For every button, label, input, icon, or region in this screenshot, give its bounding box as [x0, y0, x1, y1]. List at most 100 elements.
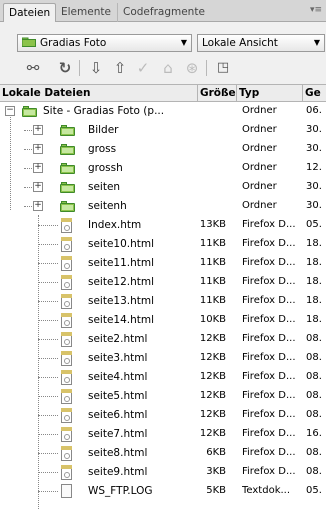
row-date: 18. — [306, 276, 322, 287]
row-size: 11KB — [199, 257, 226, 268]
row-date: 06. — [306, 105, 322, 116]
tree-row-root[interactable]: − Site - Gradias Foto (p... Ordner 06. — [0, 102, 326, 121]
row-name: seite13.html — [88, 295, 155, 307]
row-date: 08. — [306, 333, 322, 344]
tree-row-file[interactable]: seite4.html 12KB Firefox D... 08. — [0, 368, 326, 387]
refresh-icon[interactable]: ↻ — [55, 58, 75, 78]
row-name: Index.htm — [88, 219, 142, 231]
tree-line — [38, 339, 58, 340]
panel-options-icon[interactable]: ▾≡ — [310, 5, 322, 15]
tree-row-file[interactable]: seite11.html 11KB Firefox D... 18. — [0, 254, 326, 273]
tree-row-folder[interactable]: + seiten Ordner 30. — [0, 178, 326, 197]
expand-plus-icon[interactable]: + — [33, 125, 43, 135]
row-size: 11KB — [199, 238, 226, 249]
column-type[interactable]: Typ — [237, 85, 303, 101]
expand-plus-icon[interactable]: + — [33, 144, 43, 154]
tree-line — [38, 396, 58, 397]
row-name: seite11.html — [88, 257, 155, 269]
tree-row-file[interactable]: seite7.html 12KB Firefox D... 16. — [0, 425, 326, 444]
row-type: Firefox D... — [242, 257, 296, 268]
column-header: Lokale Dateien Größe Typ Ge — [0, 84, 326, 102]
row-name: Bilder — [88, 124, 119, 136]
tree-row-file[interactable]: seite5.html 12KB Firefox D... 08. — [0, 387, 326, 406]
tree-row-file[interactable]: seite12.html 11KB Firefox D... 18. — [0, 273, 326, 292]
collapse-icon[interactable]: − — [5, 106, 15, 116]
chevron-down-icon: ▼ — [313, 38, 320, 47]
site-folder-icon — [21, 36, 36, 47]
tree-row-file[interactable]: seite8.html 6KB Firefox D... 08. — [0, 444, 326, 463]
column-size[interactable]: Größe — [198, 85, 237, 101]
folder-icon — [60, 182, 75, 193]
row-date: 08. — [306, 352, 322, 363]
tree-row-file[interactable]: seite3.html 12KB Firefox D... 08. — [0, 349, 326, 368]
check-in-icon[interactable]: ⌂ — [158, 58, 178, 78]
tree-row-file[interactable]: seite6.html 12KB Firefox D... 08. — [0, 406, 326, 425]
row-name: seite4.html — [88, 371, 148, 383]
column-date[interactable]: Ge — [303, 85, 326, 101]
expand-plus-icon[interactable]: + — [33, 201, 43, 211]
tree-line — [38, 415, 58, 416]
tab-codefragmente[interactable]: Codefragmente — [117, 3, 210, 22]
row-type: Firefox D... — [242, 314, 296, 325]
row-date: 30. — [306, 124, 322, 135]
row-type: Firefox D... — [242, 352, 296, 363]
row-name: seite2.html — [88, 333, 148, 345]
row-type: Firefox D... — [242, 295, 296, 306]
row-date: 05. — [306, 485, 322, 496]
get-files-icon[interactable]: ⇩ — [86, 58, 106, 78]
expand-plus-icon[interactable]: + — [33, 163, 43, 173]
row-date: 08. — [306, 466, 322, 477]
row-size: 12KB — [199, 371, 226, 382]
column-name[interactable]: Lokale Dateien — [0, 85, 198, 101]
site-select-value: Gradias Foto — [40, 37, 107, 49]
synchronize-icon[interactable]: ⊛ — [182, 58, 202, 78]
connect-icon[interactable]: ⚯ — [23, 58, 43, 78]
row-name: seite6.html — [88, 409, 148, 421]
tree-row-folder[interactable]: + grossh Ordner 12. — [0, 159, 326, 178]
tree-line — [38, 358, 58, 359]
file-tree[interactable]: − Site - Gradias Foto (p... Ordner 06. +… — [0, 102, 326, 521]
html-file-icon — [60, 389, 72, 404]
tree-row-file[interactable]: seite10.html 11KB Firefox D... 18. — [0, 235, 326, 254]
site-select[interactable]: Gradias Foto ▼ — [17, 34, 192, 52]
check-out-icon[interactable]: ✓ — [133, 58, 153, 78]
row-type: Firefox D... — [242, 276, 296, 287]
tree-line — [38, 244, 58, 245]
view-select[interactable]: Lokale Ansicht ▼ — [197, 34, 325, 52]
folder-icon — [60, 125, 75, 136]
tree-row-folder[interactable]: + Bilder Ordner 30. — [0, 121, 326, 140]
row-name: seite14.html — [88, 314, 155, 326]
tree-line — [38, 301, 58, 302]
site-folder-icon — [22, 106, 37, 117]
row-date: 30. — [306, 143, 322, 154]
put-files-icon[interactable]: ⇧ — [110, 58, 130, 78]
row-date: 16. — [306, 428, 322, 439]
row-name: seiten — [88, 181, 121, 193]
tree-row-file[interactable]: Index.htm 13KB Firefox D... 05. — [0, 216, 326, 235]
row-size: 5KB — [206, 485, 226, 496]
tree-row-folder[interactable]: + gross Ordner 30. — [0, 140, 326, 159]
tree-row-file[interactable]: seite2.html 12KB Firefox D... 08. — [0, 330, 326, 349]
tree-row-file[interactable]: seite14.html 10KB Firefox D... 18. — [0, 311, 326, 330]
tab-dateien[interactable]: Dateien — [3, 3, 57, 22]
tab-elemente[interactable]: Elemente — [56, 3, 116, 22]
row-date: 18. — [306, 314, 322, 325]
tree-row-file[interactable]: WS_FTP.LOG 5KB Textdok... 05. — [0, 482, 326, 501]
row-date: 30. — [306, 200, 322, 211]
folder-icon — [60, 163, 75, 174]
html-file-icon — [60, 256, 72, 271]
expand-icon[interactable]: ◳ — [213, 58, 233, 78]
row-size: 13KB — [199, 219, 226, 230]
row-date: 18. — [306, 295, 322, 306]
tree-row-file[interactable]: seite9.html 3KB Firefox D... 08. — [0, 463, 326, 482]
expand-plus-icon[interactable]: + — [33, 182, 43, 192]
row-name: seite3.html — [88, 352, 148, 364]
tree-row-file[interactable]: seite13.html 11KB Firefox D... 18. — [0, 292, 326, 311]
html-file-icon — [60, 332, 72, 347]
tree-line — [38, 377, 58, 378]
row-type: Ordner — [242, 143, 277, 154]
row-type: Firefox D... — [242, 219, 296, 230]
tree-row-folder[interactable]: + seitenh Ordner 30. — [0, 197, 326, 216]
panel-tab-bar: Dateien Elemente Codefragmente ▾≡ — [0, 0, 326, 22]
tree-line — [38, 225, 58, 226]
